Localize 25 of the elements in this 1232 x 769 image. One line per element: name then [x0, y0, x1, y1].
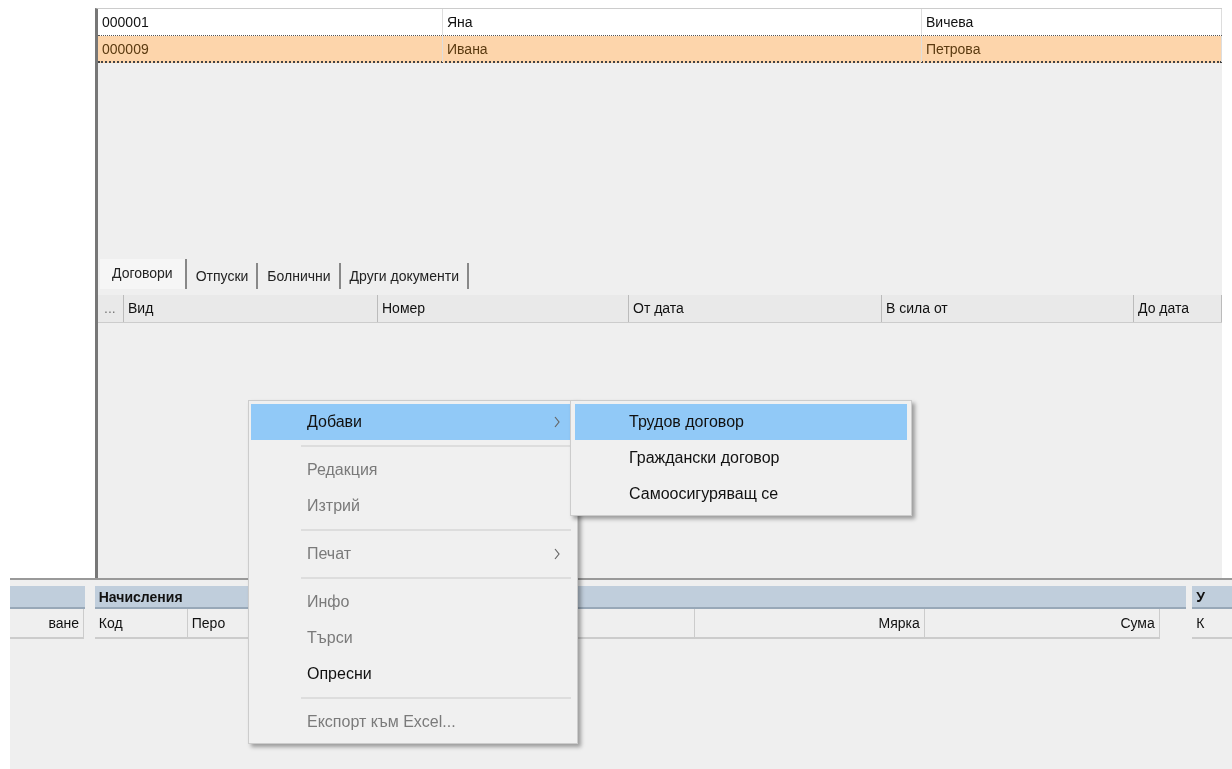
menu-item[interactable]: Самоосигуряващ се — [575, 476, 907, 512]
table-row[interactable]: 000009 Ивана Петрова — [98, 36, 1222, 63]
menu-item[interactable]: Граждански договор — [575, 440, 907, 476]
tab[interactable]: Договори — [100, 259, 187, 289]
table-cell: Ивана — [443, 36, 922, 62]
column-header[interactable]: Вид — [124, 295, 378, 322]
table-cell: Яна — [443, 9, 922, 35]
column-header[interactable]: Сума — [924, 609, 1160, 639]
table-cell: Вичева — [922, 9, 1222, 35]
menu-item[interactable]: Опресни — [251, 656, 575, 692]
menu-item[interactable]: Трудов договор — [575, 404, 907, 440]
column-header[interactable]: ване — [10, 609, 84, 639]
group-header: У — [1192, 586, 1232, 609]
column-header[interactable]: Номер — [378, 295, 629, 322]
table-cell: Петрова — [922, 36, 1222, 62]
column-header[interactable]: ... — [98, 295, 124, 322]
column-header[interactable]: От дата — [629, 295, 882, 322]
table-row[interactable]: 000001 Яна Вичева — [98, 9, 1222, 36]
column-header[interactable]: В сила от — [882, 295, 1134, 322]
column-header[interactable]: Код — [94, 609, 188, 639]
column-header[interactable]: К — [1192, 609, 1232, 639]
column-header[interactable]: До дата — [1134, 295, 1222, 322]
table-cell: 000001 — [98, 9, 443, 35]
table-cell: 000009 — [98, 36, 443, 62]
column-header[interactable]: Мярка — [694, 609, 925, 639]
